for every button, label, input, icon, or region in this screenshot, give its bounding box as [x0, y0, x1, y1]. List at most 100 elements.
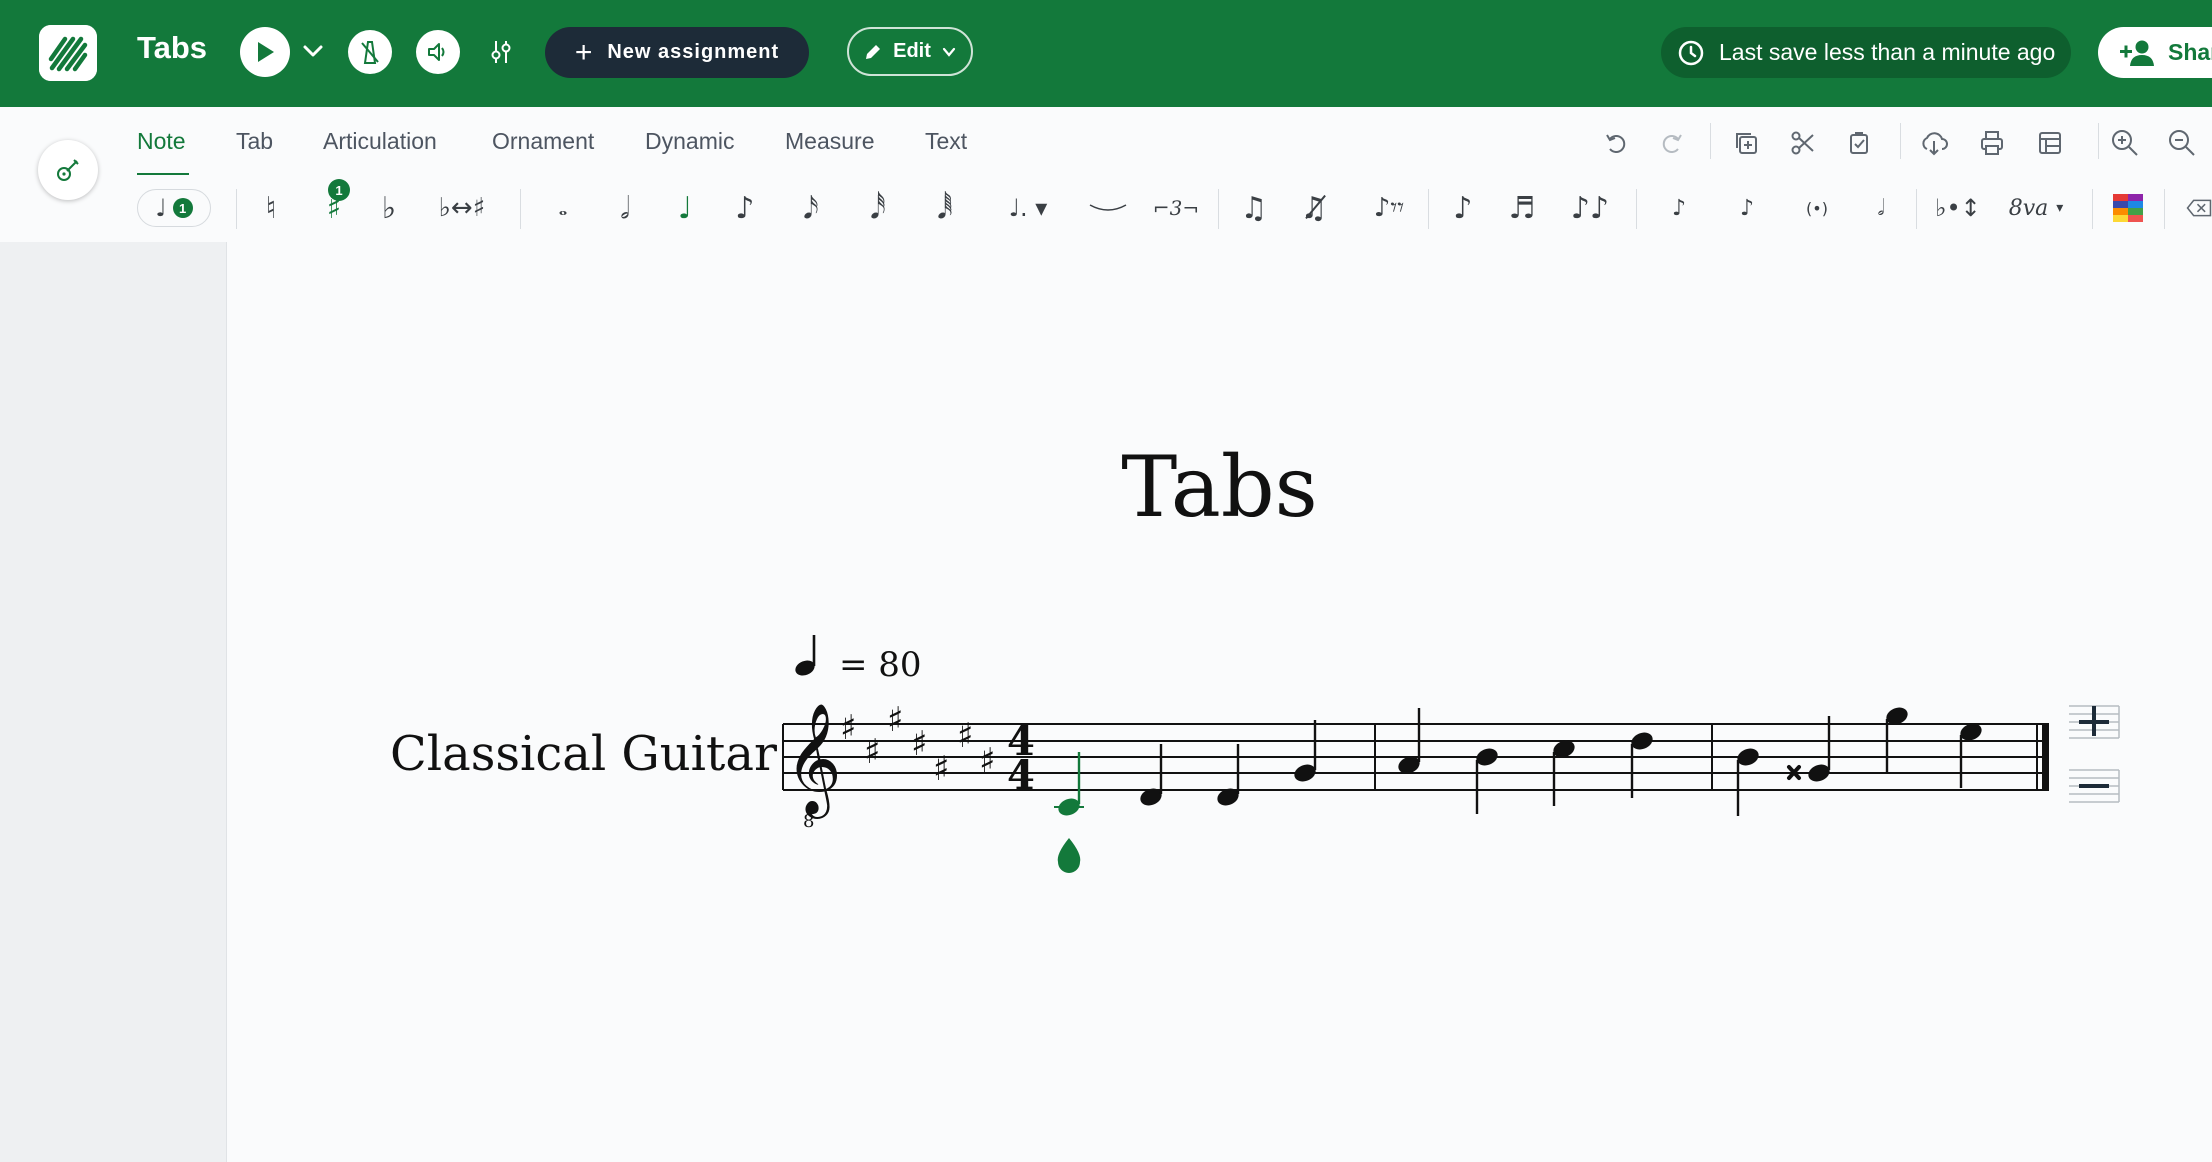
score-canvas[interactable]: Tabs Classical Guitar = 80 𝄞 8 ♯ ♯ ♯ ♯ ♯… — [227, 242, 2212, 1162]
left-sidebar — [0, 242, 227, 1162]
eighth-note-button[interactable]: ♪ — [730, 183, 760, 233]
zoom-in-button[interactable] — [2109, 127, 2141, 159]
tab-articulation[interactable]: Articulation — [323, 128, 437, 155]
app-logo[interactable] — [39, 25, 97, 81]
delete-button[interactable] — [2186, 183, 2212, 233]
quarter-note-button[interactable]: ♩ — [670, 183, 700, 233]
x-note-button[interactable]: 𝅗𝅥 — [1866, 183, 1896, 233]
thirty-second-note-icon: 𝅘𝅥𝅰 — [870, 190, 886, 226]
add-measure-icon — [2069, 705, 2120, 739]
redo-button[interactable] — [1655, 127, 1687, 159]
enharmonic-button[interactable]: ♭↔♯ — [432, 183, 492, 233]
play-icon — [258, 42, 274, 62]
instrument-button[interactable] — [38, 140, 98, 200]
paste-button[interactable] — [1843, 127, 1875, 159]
natural-icon: ♮ — [265, 190, 277, 226]
sound-button[interactable] — [416, 30, 460, 74]
share-label: Shar — [2168, 39, 2212, 65]
note[interactable] — [1884, 704, 1910, 772]
unbeam-button[interactable]: ♫̸ — [1292, 183, 1336, 233]
note[interactable] — [1396, 708, 1422, 777]
split-beam-icon: ♪♪ — [1570, 190, 1610, 226]
svg-text:4: 4 — [1007, 752, 1035, 799]
note[interactable] — [1474, 745, 1500, 814]
whole-note-button[interactable]: 𝅝 — [548, 183, 578, 233]
staff-system[interactable]: 𝄞 8 ♯ ♯ ♯ ♯ ♯ ♯ ♯ 4 4 — [227, 242, 2212, 1162]
tab-note[interactable]: Note — [137, 128, 186, 155]
note[interactable] — [1735, 745, 1761, 816]
undo-button[interactable] — [1601, 127, 1633, 159]
tab-dynamic[interactable]: Dynamic — [645, 128, 734, 155]
thirty-second-note-button[interactable]: 𝅘𝅥𝅰 — [863, 183, 893, 233]
plus-icon: + — [574, 35, 594, 69]
tie-icon — [1089, 204, 1127, 211]
palette-divider — [1428, 189, 1429, 229]
selected-note[interactable] — [1054, 752, 1084, 819]
rest-button[interactable]: ♪𝄾𝄾 — [1362, 183, 1416, 233]
sharp-button[interactable]: ♯ 1 — [316, 179, 352, 233]
treble-clef: 𝄞 — [785, 702, 842, 819]
add-measure-button[interactable] — [2067, 700, 2121, 742]
tuplet-button[interactable]: ⌐3¬ — [1152, 183, 1200, 233]
remove-measure-button[interactable] — [2067, 764, 2121, 806]
chevron-down-icon — [942, 47, 955, 57]
zoom-out-button[interactable] — [2166, 127, 2198, 159]
transpose-button[interactable]: ♭•↕ — [1934, 183, 1982, 233]
tab-measure[interactable]: Measure — [785, 128, 874, 155]
note[interactable] — [1292, 720, 1318, 785]
backspace-icon — [2186, 199, 2212, 217]
palette-divider — [2092, 189, 2093, 229]
sixteenth-note-button[interactable]: 𝅘𝅥𝅯 — [796, 183, 826, 233]
note[interactable] — [1629, 729, 1655, 798]
flat-icon: ♭ — [381, 190, 397, 226]
voice-selector[interactable]: ♩ 1 — [137, 189, 211, 227]
grace-note-button[interactable]: ♪ — [1446, 183, 1480, 233]
half-note-button[interactable]: 𝅗𝅥 — [610, 183, 640, 233]
tab-tab[interactable]: Tab — [236, 128, 273, 155]
color-button[interactable] — [2112, 183, 2144, 233]
note-input-cursor[interactable] — [1057, 838, 1081, 873]
tab-text[interactable]: Text — [925, 128, 967, 155]
svg-text:♯: ♯ — [933, 749, 949, 789]
dot-button[interactable]: ♩. ▾ — [998, 183, 1058, 233]
add-user-icon — [2120, 40, 2154, 66]
note[interactable] — [1215, 744, 1241, 809]
clef-octave-marker: 8 — [803, 811, 814, 832]
ottava-button[interactable]: 8va ▾ — [2006, 183, 2066, 233]
note[interactable] — [1138, 744, 1164, 809]
note[interactable] — [1958, 720, 1984, 788]
sixty-fourth-note-button[interactable]: 𝅘𝅥𝅱 — [930, 183, 960, 233]
palette-divider — [520, 189, 521, 229]
speaker-icon — [428, 43, 445, 61]
flat-button[interactable]: ♭ — [374, 183, 404, 233]
secondary-beam-button[interactable]: ♪♪ — [1568, 183, 1612, 233]
beam-start-button[interactable]: ♬ — [1502, 183, 1542, 233]
mixer-button[interactable] — [488, 38, 514, 71]
export-button[interactable] — [1918, 127, 1950, 159]
note[interactable] — [1551, 737, 1577, 806]
play-button[interactable] — [240, 27, 290, 77]
share-button[interactable]: Shar — [2098, 27, 2212, 78]
note-palette: ♩ 1 ♮ ♯ 1 ♭ ♭↔♯ 𝅝 𝅗𝅥 ♩ ♪ 𝅘𝅥𝅯 𝅘𝅥𝅰 𝅘𝅥𝅱 ♩. … — [0, 175, 2212, 243]
new-assignment-button[interactable]: + New assignment — [545, 27, 809, 78]
beam-button[interactable]: ♫ — [1232, 183, 1276, 233]
palette-divider — [1218, 189, 1219, 229]
edit-button[interactable]: Edit — [847, 27, 973, 76]
layout-button[interactable] — [2034, 127, 2066, 159]
natural-button[interactable]: ♮ — [256, 183, 286, 233]
pencil-icon — [866, 44, 881, 59]
copy-button[interactable] — [1730, 127, 1762, 159]
ribbon-tabs: Note Tab Articulation Ornament Dynamic M… — [0, 107, 2212, 200]
slash-note-button[interactable]: ♪ — [1732, 183, 1762, 233]
playback-options-chevron-icon[interactable] — [300, 38, 326, 69]
tab-ornament[interactable]: Ornament — [492, 128, 594, 155]
cue-note-button[interactable]: ♪ — [1664, 183, 1694, 233]
print-button[interactable] — [1976, 127, 2008, 159]
cut-button[interactable] — [1787, 127, 1819, 159]
metronome-button[interactable] — [348, 30, 392, 74]
double-beam-icon: ♬ — [1508, 190, 1536, 226]
top-bar: Tabs + New assignment Edit Last save les… — [0, 0, 2212, 107]
note[interactable] — [1806, 716, 1832, 785]
tie-button[interactable] — [1088, 183, 1128, 233]
ghost-note-button[interactable]: (•) — [1802, 183, 1832, 233]
